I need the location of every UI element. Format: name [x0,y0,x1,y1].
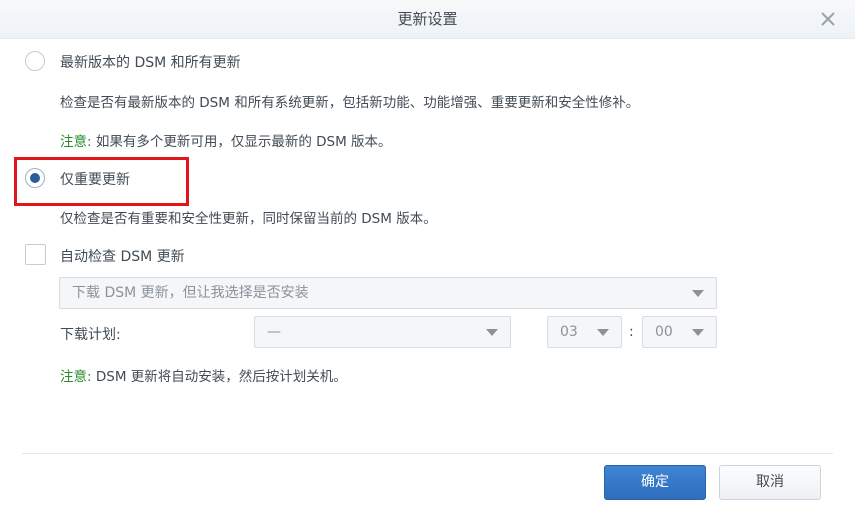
dialog-title: 更新设置 [397,10,458,28]
auto-install-note: 注意: DSM 更新将自动安装，然后按计划关机。 [60,365,347,385]
cancel-button[interactable]: 取消 [719,465,821,500]
schedule-hour-value: 03 [560,324,578,340]
chevron-down-icon [486,329,498,336]
auto-check-checkbox[interactable] [25,244,46,265]
radio-selected-dot [30,173,40,183]
latest-note: 注意: 如果有多个更新可用，仅显示最新的 DSM 版本。 [60,130,392,150]
note-label: 注意: [60,369,92,385]
chevron-down-icon [597,329,609,336]
chevron-down-icon [692,290,704,297]
update-mode-select[interactable]: 下载 DSM 更新，但让我选择是否安装 [59,277,717,309]
schedule-minute-value: 00 [655,324,673,340]
schedule-label: 下载计划: [60,327,121,343]
ok-button[interactable]: 确定 [604,465,706,500]
update-settings-dialog: 更新设置 最新版本的 DSM 和所有更新 检查是否有最新版本的 DSM 和所有系… [0,0,855,507]
note-text: DSM 更新将自动安装，然后按计划关机。 [91,369,347,385]
close-icon[interactable] [819,10,837,28]
note-label: 注意: [60,134,92,150]
schedule-day-value: — [267,324,281,340]
update-mode-value: 下载 DSM 更新，但让我选择是否安装 [72,285,309,301]
schedule-hour-select[interactable]: 03 [547,316,622,348]
radio-latest-and-all-updates[interactable] [25,51,45,71]
chevron-down-icon [692,329,704,336]
radio-important-label: 仅重要更新 [60,172,130,188]
radio-important-description: 仅检查是否有重要和安全性更新，同时保留当前的 DSM 版本。 [60,211,437,227]
radio-latest-label: 最新版本的 DSM 和所有更新 [60,55,241,71]
dialog-titlebar: 更新设置 [0,0,855,39]
auto-check-label: 自动检查 DSM 更新 [60,249,185,265]
radio-latest-description: 检查是否有最新版本的 DSM 和所有系统更新，包括新功能、功能增强、重要更新和安… [60,95,640,111]
note-text: 如果有多个更新可用，仅显示最新的 DSM 版本。 [91,134,392,150]
schedule-day-select[interactable]: — [254,316,511,348]
radio-important-updates-only[interactable] [25,168,45,188]
time-separator: : [629,324,634,340]
footer-divider [22,453,833,454]
schedule-minute-select[interactable]: 00 [642,316,717,348]
